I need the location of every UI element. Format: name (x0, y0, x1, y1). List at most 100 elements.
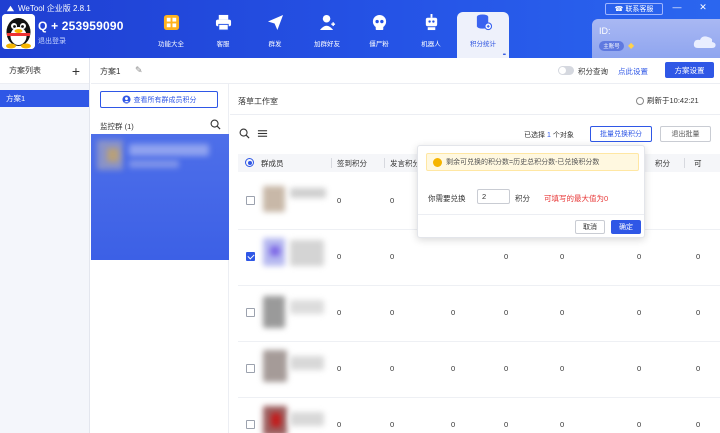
column-header-checkin-points: 签到积分 (337, 159, 367, 168)
app-title-bar: WeTool 企业版 2.8.1 (6, 3, 91, 14)
diamond-icon: ◆ (628, 41, 635, 50)
exit-bulk-button[interactable]: 退出批量 (660, 126, 711, 142)
row-checkbox[interactable] (246, 308, 255, 317)
id-label: ID: (599, 26, 611, 36)
nav-zombie-fans[interactable]: 僵尸粉 (353, 12, 405, 58)
column-separator (384, 158, 385, 168)
refresh-time: 刷新于10:42:21 (647, 96, 699, 105)
confirm-button[interactable]: 确定 (611, 220, 641, 234)
cell-value: 0 (637, 364, 642, 373)
cell-value: 0 (337, 308, 342, 317)
table-row[interactable]: 0 0 0 0 0 0 0 (238, 398, 720, 433)
redeem-amount-input[interactable]: 2 (477, 189, 510, 204)
view-all-members-points-button[interactable]: 查看所有群成员积分 (100, 91, 218, 108)
member-name-blurred (290, 240, 324, 266)
app-title: WeTool 企业版 2.8.1 (18, 4, 91, 13)
cell-value: 0 (390, 364, 395, 373)
group-meta-blurred (129, 160, 179, 168)
points-query-settings-link[interactable]: 点此设置 (618, 66, 648, 77)
cell-value: 0 (637, 308, 642, 317)
column-separator (684, 158, 685, 168)
row-checkbox[interactable] (246, 364, 255, 373)
view-all-label: 查看所有群成员积分 (133, 96, 197, 104)
search-icon[interactable] (239, 128, 250, 139)
member-avatar (263, 350, 287, 382)
member-name-blurred (290, 412, 324, 426)
database-icon (476, 14, 492, 31)
selected-count-text: 已选择 1 个对象 (524, 132, 574, 139)
cell-value: 0 (696, 252, 701, 261)
grid-icon (163, 14, 179, 31)
column-separator (331, 158, 332, 168)
scheme-list-header: 方案列表 + (0, 58, 89, 84)
workspace: 落草工作室 刷新于10:42:21 已选择 1 个对象 批量兑换积分 退出批量 群成… (230, 84, 720, 433)
add-scheme-button[interactable]: + (72, 64, 80, 78)
warning-icon (433, 157, 442, 167)
select-all-radio[interactable] (245, 158, 254, 167)
nav-label: 机器人 (421, 41, 441, 48)
bulk-redeem-points-button[interactable]: 批量兑换积分 (590, 126, 652, 142)
avatar[interactable] (2, 14, 35, 49)
nav-service[interactable]: 客服 (197, 12, 249, 58)
qq-penguin-icon (2, 14, 35, 49)
column-header-points: 积分 (655, 159, 670, 168)
minimize-button[interactable]: — (671, 2, 683, 12)
cell-value: 0 (390, 420, 395, 429)
cell-value: 0 (390, 196, 395, 205)
scheme-item-label: 方案1 (6, 94, 26, 103)
close-button[interactable]: ✕ (697, 2, 709, 13)
cloud-icon (693, 36, 716, 48)
table-row[interactable]: 0 0 0 0 0 0 (238, 230, 720, 286)
refresh-icon (636, 96, 644, 105)
contact-support-button[interactable]: ☎ 联系客服 (605, 3, 663, 15)
main-account-badge: 主账号 (599, 41, 624, 51)
nav-label: 客服 (216, 41, 230, 48)
cell-value: 0 (390, 252, 395, 261)
printer-icon (215, 14, 231, 31)
skull-icon (372, 14, 386, 31)
scheme-item[interactable]: 方案1 (0, 90, 89, 107)
logout-link[interactable]: 退出登录 (38, 36, 66, 46)
nav-add-friends[interactable]: 加群好友 (301, 12, 353, 58)
group-avatar-detail (107, 148, 119, 162)
points-query-toggle[interactable] (558, 66, 574, 75)
group-name-blurred (129, 144, 209, 156)
table-row[interactable]: 0 0 0 0 0 0 0 (238, 286, 720, 342)
nav-features[interactable]: 功能大全 (145, 12, 197, 58)
edit-icon[interactable]: ✎ (135, 65, 143, 76)
cell-value: 0 (696, 308, 701, 317)
scheme-settings-button[interactable]: 方案设置 (665, 62, 714, 78)
redeem-tip: 剩余可兑换的积分数=历史总积分数-已兑换积分数 (426, 153, 639, 171)
cancel-button[interactable]: 取消 (575, 220, 605, 234)
cell-value: 0 (337, 420, 342, 429)
cell-value: 0 (390, 308, 395, 317)
row-checkbox[interactable] (246, 420, 255, 429)
refresh-status[interactable]: 刷新于10:42:21 (636, 95, 699, 106)
nav-label: 群发 (268, 41, 282, 48)
scheme-name: 方案1 (100, 67, 121, 76)
nav-points-stats[interactable]: 积分统计 (457, 12, 509, 58)
app-logo-icon (6, 5, 15, 12)
list-icon[interactable] (257, 128, 268, 139)
member-avatar-detail (270, 246, 280, 256)
member-avatar-detail (271, 413, 281, 427)
nav-robot[interactable]: 机器人 (405, 12, 457, 58)
monitored-group-item[interactable] (91, 134, 229, 260)
nav-label: 僵尸粉 (369, 41, 389, 48)
divider (230, 114, 720, 115)
cell-value: 0 (504, 252, 509, 261)
row-checkbox[interactable] (246, 196, 255, 205)
table-row[interactable]: 0 0 0 0 0 0 0 (238, 342, 720, 398)
nav-broadcast[interactable]: 群发 (249, 12, 301, 58)
nav-label: 积分统计 (470, 41, 496, 48)
row-checkbox[interactable] (246, 252, 255, 261)
search-icon[interactable] (210, 119, 221, 130)
workspace-title: 落草工作室 (238, 97, 278, 106)
headset-icon: ☎ (614, 6, 624, 13)
cell-value: 0 (451, 308, 456, 317)
column-header-member: 群成员 (261, 159, 284, 168)
user-group-icon (121, 95, 131, 104)
cell-value: 0 (637, 252, 642, 261)
cell-value: 0 (560, 252, 565, 261)
add-user-icon (319, 14, 335, 31)
